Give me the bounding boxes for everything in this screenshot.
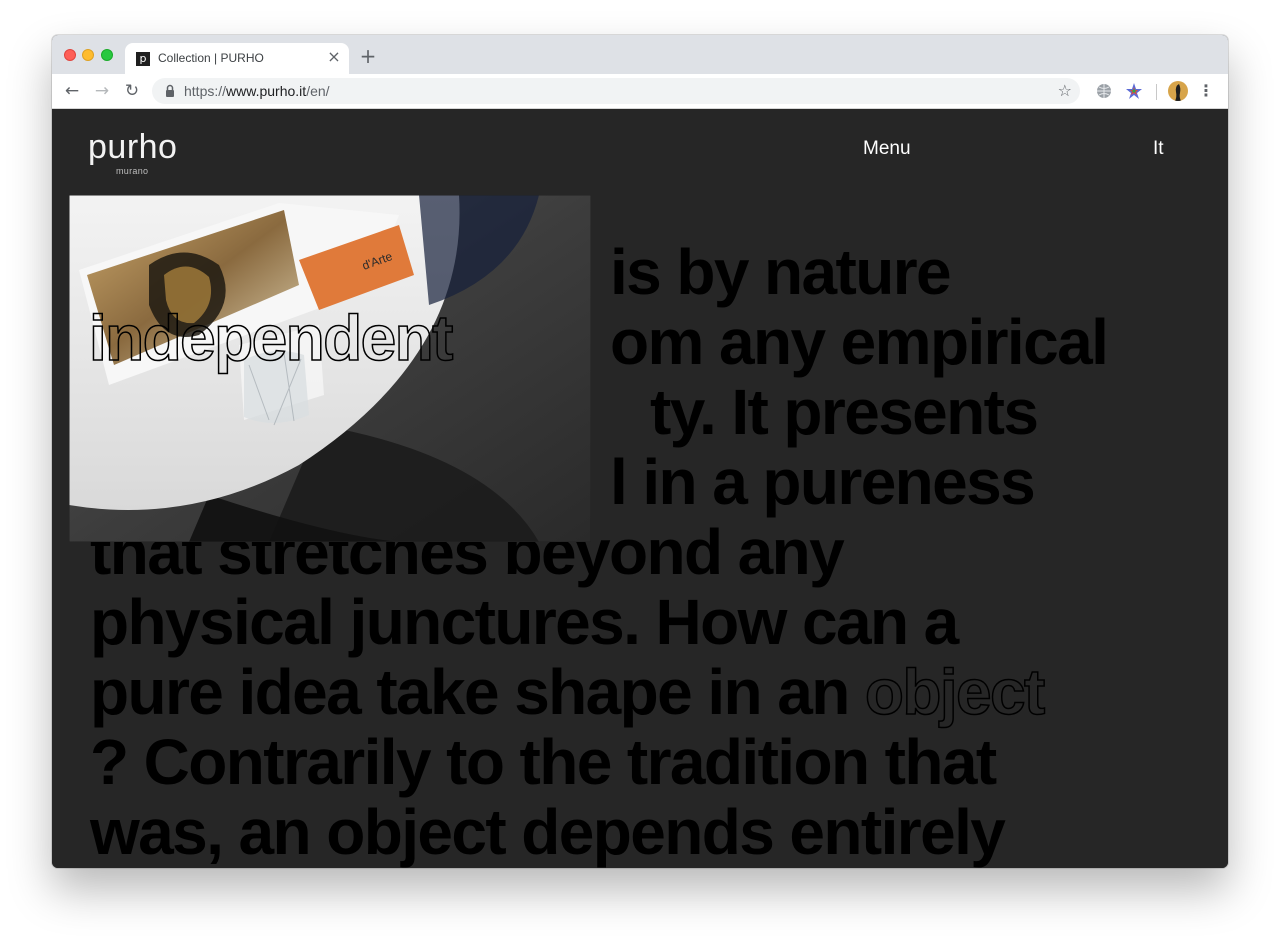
new-tab-button[interactable]: + [358,46,378,66]
manifesto-line: was, an object depends entirely [90,796,1006,868]
manifesto-line: physical junctures. How can a [90,586,959,658]
logo-subtitle: murano [116,166,149,176]
reload-button[interactable]: ↻ [122,81,142,101]
url-text[interactable]: https://www.purho.it/en/ [184,83,330,99]
maximize-window-button[interactable] [101,49,113,61]
close-window-button[interactable] [64,49,76,61]
browser-window: p Collection | PURHO × + ← → ↻ https://w… [52,35,1228,868]
tab-strip: p Collection | PURHO × + [52,35,1228,74]
minimize-window-button[interactable] [82,49,94,61]
browser-menu-icon[interactable]: ⋮ [1198,80,1214,102]
logo-wordmark: purho [88,128,178,166]
manifesto-line-text: pure idea take shape in an [90,656,865,728]
url-path: /en/ [306,83,330,99]
lock-icon [166,84,174,97]
address-bar[interactable]: https://www.purho.it/en/ ☆ [152,78,1080,104]
globe-icon[interactable] [1095,82,1113,100]
bookmark-star-icon[interactable]: ☆ [1058,80,1072,102]
browser-toolbar: ← → ↻ https://www.purho.it/en/ ☆ ⋮ [52,74,1228,109]
menu-button[interactable]: Menu [863,138,911,160]
page-viewport: purho murano Menu It is by nature om any… [52,109,1228,868]
outlined-word-independent: independent [88,302,454,374]
profile-avatar[interactable] [1168,81,1188,101]
site-logo[interactable]: purho murano [88,127,178,176]
url-scheme: https:// [184,83,227,99]
profile-silhouette-icon [1175,84,1181,101]
tab-title: Collection | PURHO [158,51,264,65]
favicon-icon: p [136,52,150,66]
manifesto-line: pure idea take shape in an object [90,656,1180,728]
tab-collection[interactable]: p Collection | PURHO × [125,43,349,74]
url-host: www.purho.it [226,83,307,99]
toolbar-divider [1156,84,1157,100]
back-button[interactable]: ← [62,81,82,101]
manifesto-line: ? Contrarily to the tradition that [90,726,997,798]
close-tab-icon[interactable]: × [325,48,343,66]
puzzle-star-icon[interactable] [1125,82,1143,100]
forward-button[interactable]: → [92,81,112,101]
outlined-word-object[interactable]: object [864,656,1046,728]
language-switch[interactable]: It [1153,138,1164,160]
